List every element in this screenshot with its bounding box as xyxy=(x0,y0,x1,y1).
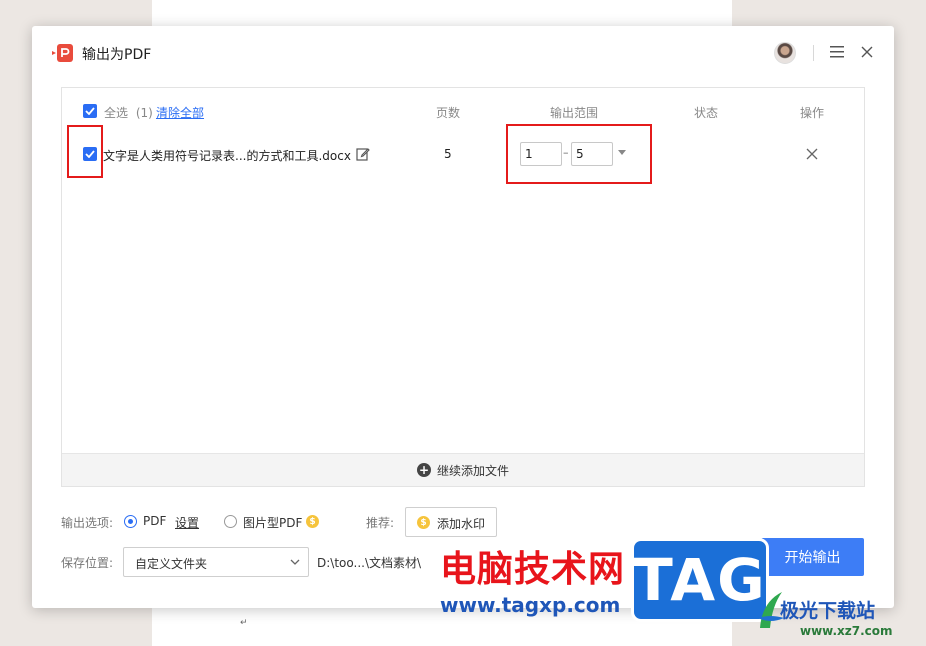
check-icon xyxy=(85,107,95,115)
tag-logo: TAG xyxy=(631,538,769,622)
output-options-label: 输出选项: xyxy=(61,516,114,530)
column-header-range: 输出范围 xyxy=(550,106,599,120)
pdf-radio-label: PDF xyxy=(143,514,167,528)
image-pdf-radio[interactable] xyxy=(224,515,237,528)
pdf-radio[interactable] xyxy=(124,515,137,528)
column-header-status: 状态 xyxy=(694,106,719,120)
plus-circle-icon: + xyxy=(416,463,431,477)
save-location-select[interactable]: 自定义文件夹 xyxy=(123,547,309,577)
remove-row-button[interactable] xyxy=(804,146,820,162)
watermark-site-url: www.tagxp.com xyxy=(440,593,621,617)
close-icon xyxy=(861,46,873,58)
add-more-files-label: 继续添加文件 xyxy=(436,463,509,478)
watermark-xz7-name: 极光下载站 xyxy=(780,600,876,622)
column-header-action: 操作 xyxy=(800,106,825,120)
image-pdf-radio-label: 图片型PDF xyxy=(243,516,303,530)
watermark-xz7-url: www.xz7.com xyxy=(800,624,893,638)
pdf-app-icon xyxy=(52,44,73,62)
file-list-panel: 全选 (1) 清除全部 页数 输出范围 状态 操作 文字是人类用符号记录表...… xyxy=(61,87,865,487)
row-filename: 文字是人类用符号记录表...的方式和工具.docx xyxy=(103,149,351,163)
clear-all-link[interactable]: 清除全部 xyxy=(156,104,204,121)
title-divider xyxy=(813,45,814,61)
column-header-pages: 页数 xyxy=(436,106,461,120)
save-location-value: 自定义文件夹 xyxy=(135,557,208,571)
select-all-text: 全选 xyxy=(104,106,129,120)
add-watermark-button[interactable]: $ 添加水印 xyxy=(405,507,497,537)
highlight-box-checkbox xyxy=(67,125,103,178)
edit-icon[interactable] xyxy=(356,147,370,161)
watermark-site-name: 电脑技术网 xyxy=(440,549,626,590)
select-all-checkbox[interactable] xyxy=(83,104,97,118)
recommend-label: 推荐: xyxy=(366,516,395,530)
row-page-count: 5 xyxy=(444,147,452,161)
pdf-settings-link[interactable]: 设置 xyxy=(175,514,199,531)
dialog-title: 输出为PDF xyxy=(82,47,152,63)
save-location-label: 保存位置: xyxy=(61,556,114,570)
add-more-files-button[interactable]: + 继续添加文件 xyxy=(62,453,864,486)
paragraph-mark: ↵ xyxy=(240,618,248,628)
menu-button[interactable] xyxy=(828,43,846,61)
start-export-button[interactable]: 开始输出 xyxy=(761,538,864,576)
user-avatar[interactable] xyxy=(774,42,796,64)
premium-coin-icon: $ xyxy=(417,516,430,529)
highlight-box-range xyxy=(506,124,652,184)
close-icon xyxy=(806,148,818,160)
close-button[interactable] xyxy=(858,43,876,61)
chevron-down-icon xyxy=(290,559,300,565)
add-watermark-label: 添加水印 xyxy=(437,517,486,531)
select-count: (1) xyxy=(135,106,153,120)
select-all-label: 全选 (1) xyxy=(104,104,153,121)
premium-coin-icon: $ xyxy=(306,515,319,528)
export-pdf-dialog: 输出为PDF 全选 (1) 清除全部 页数 输出范围 状态 操作 文字是人类用符… xyxy=(32,26,894,608)
hamburger-menu-icon xyxy=(830,46,844,58)
save-path: D:\too...\文档素材\ xyxy=(317,556,422,570)
